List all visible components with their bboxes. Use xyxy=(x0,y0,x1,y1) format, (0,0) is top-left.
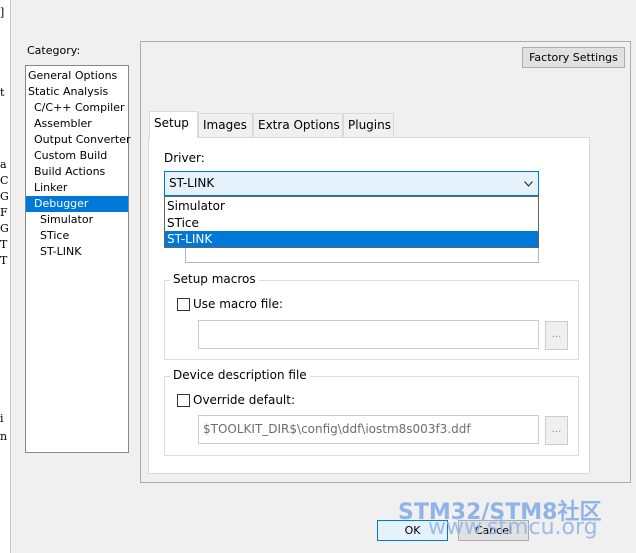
background-text-fragment: n xyxy=(0,430,8,443)
category-item-build-actions[interactable]: Build Actions xyxy=(26,164,128,180)
category-item-static-analysis[interactable]: Static Analysis xyxy=(26,84,128,100)
chevron-down-icon[interactable] xyxy=(524,172,533,195)
category-item-c-c-compiler[interactable]: C/C++ Compiler xyxy=(26,100,128,116)
background-text-fragment: G xyxy=(0,222,9,235)
category-item-stice[interactable]: STice xyxy=(26,228,128,244)
override-default-checkbox[interactable] xyxy=(177,394,190,407)
background-text-fragment: T xyxy=(0,254,8,267)
category-item-general-options[interactable]: General Options xyxy=(26,68,128,84)
use-macro-file-label: Use macro file: xyxy=(193,297,284,311)
tab-setup[interactable]: Setup xyxy=(149,111,198,138)
category-label: Category: xyxy=(27,44,81,57)
driver-select[interactable]: ST-LINK xyxy=(164,171,539,196)
background-text-fragment: G xyxy=(0,190,9,203)
tab-plugins[interactable]: Plugins xyxy=(343,113,394,137)
category-item-assembler[interactable]: Assembler xyxy=(26,116,128,132)
category-list[interactable]: General Options Static Analysis C/C++ Comp… xyxy=(25,65,131,453)
tab-extra-options[interactable]: Extra Options xyxy=(253,113,343,137)
background-text-fragment: F xyxy=(0,206,8,219)
watermark-url: www.stmcu.org xyxy=(428,515,598,540)
override-default-label: Override default: xyxy=(193,393,295,407)
category-item-custom-build[interactable]: Custom Build xyxy=(26,148,128,164)
use-macro-file-checkbox[interactable] xyxy=(177,298,190,311)
background-text-fragment: C xyxy=(0,174,9,187)
driver-option-stice[interactable]: STice xyxy=(165,215,538,231)
ddf-file-browse-button[interactable]: ... xyxy=(545,416,568,445)
driver-option-st-link[interactable]: ST-LINK xyxy=(165,231,538,247)
background-text-fragment: t xyxy=(0,86,5,99)
background-text-fragment: a xyxy=(0,158,7,171)
device-description-title: Device description file xyxy=(170,368,310,382)
setup-macros-title: Setup macros xyxy=(170,272,259,286)
background-text-fragment: ] xyxy=(0,6,5,19)
category-item-debugger[interactable]: Debugger xyxy=(26,196,128,212)
background-text-fragment: i xyxy=(0,412,4,425)
category-item-output-converter[interactable]: Output Converter xyxy=(26,132,131,148)
macro-file-input[interactable] xyxy=(198,320,539,349)
background-window-strip: ] t a C G F G T Ti n xyxy=(0,0,11,553)
category-item-st-link[interactable]: ST-LINK xyxy=(26,244,128,260)
background-text-fragment: T xyxy=(0,238,8,251)
factory-settings-button[interactable]: Factory Settings xyxy=(522,47,625,68)
driver-label: Driver: xyxy=(164,151,205,165)
driver-option-simulator[interactable]: Simulator xyxy=(165,198,538,214)
category-item-simulator[interactable]: Simulator xyxy=(26,212,128,228)
category-item-linker[interactable]: Linker xyxy=(26,180,128,196)
tab-images[interactable]: Images xyxy=(198,113,253,137)
ddf-file-input[interactable]: $TOOLKIT_DIR$\config\ddf\iostm8s003f3.dd… xyxy=(198,415,539,444)
macro-file-browse-button[interactable]: ... xyxy=(545,321,568,350)
driver-dropdown-list: Simulator STice ST-LINK xyxy=(164,196,539,248)
driver-selected-value: ST-LINK xyxy=(169,176,215,190)
